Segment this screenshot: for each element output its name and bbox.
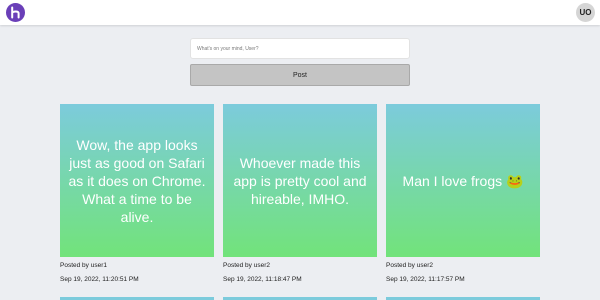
logo-icon[interactable] [6,3,25,22]
post-card-image: Whoever made this app is pretty cool and… [223,104,377,257]
post-author: Posted by user1 [60,262,107,269]
post-text: Man I love frogs 🐸 [402,172,524,189]
post-button[interactable]: Post [190,64,410,86]
post-date: Sep 19, 2022, 11:20:51 PM [60,276,139,283]
top-navbar: UO [0,0,600,25]
post-date: Sep 19, 2022, 11:17:57 PM [386,276,465,283]
post-author: Posted by user2 [223,262,270,269]
user-avatar[interactable]: UO [576,3,595,22]
post-card-image: Man I love frogs 🐸 [386,104,540,257]
post-card-image: Wow, the app looks just as good on Safar… [60,104,214,257]
post-card[interactable]: Wow, the app looks just as good on Safar… [60,104,214,283]
post-card[interactable]: Whoever made this app is pretty cool and… [223,104,377,283]
post-text: Whoever made this app is pretty cool and… [233,154,367,207]
post-composer-input[interactable] [190,38,410,59]
post-author: Posted by user2 [386,262,433,269]
post-card[interactable]: Man I love frogs 🐸 Posted by user2 Sep 1… [386,104,540,283]
post-text: Wow, the app looks just as good on Safar… [68,136,206,225]
post-date: Sep 19, 2022, 11:18:47 PM [223,276,302,283]
logo-h-glyph [11,6,20,19]
